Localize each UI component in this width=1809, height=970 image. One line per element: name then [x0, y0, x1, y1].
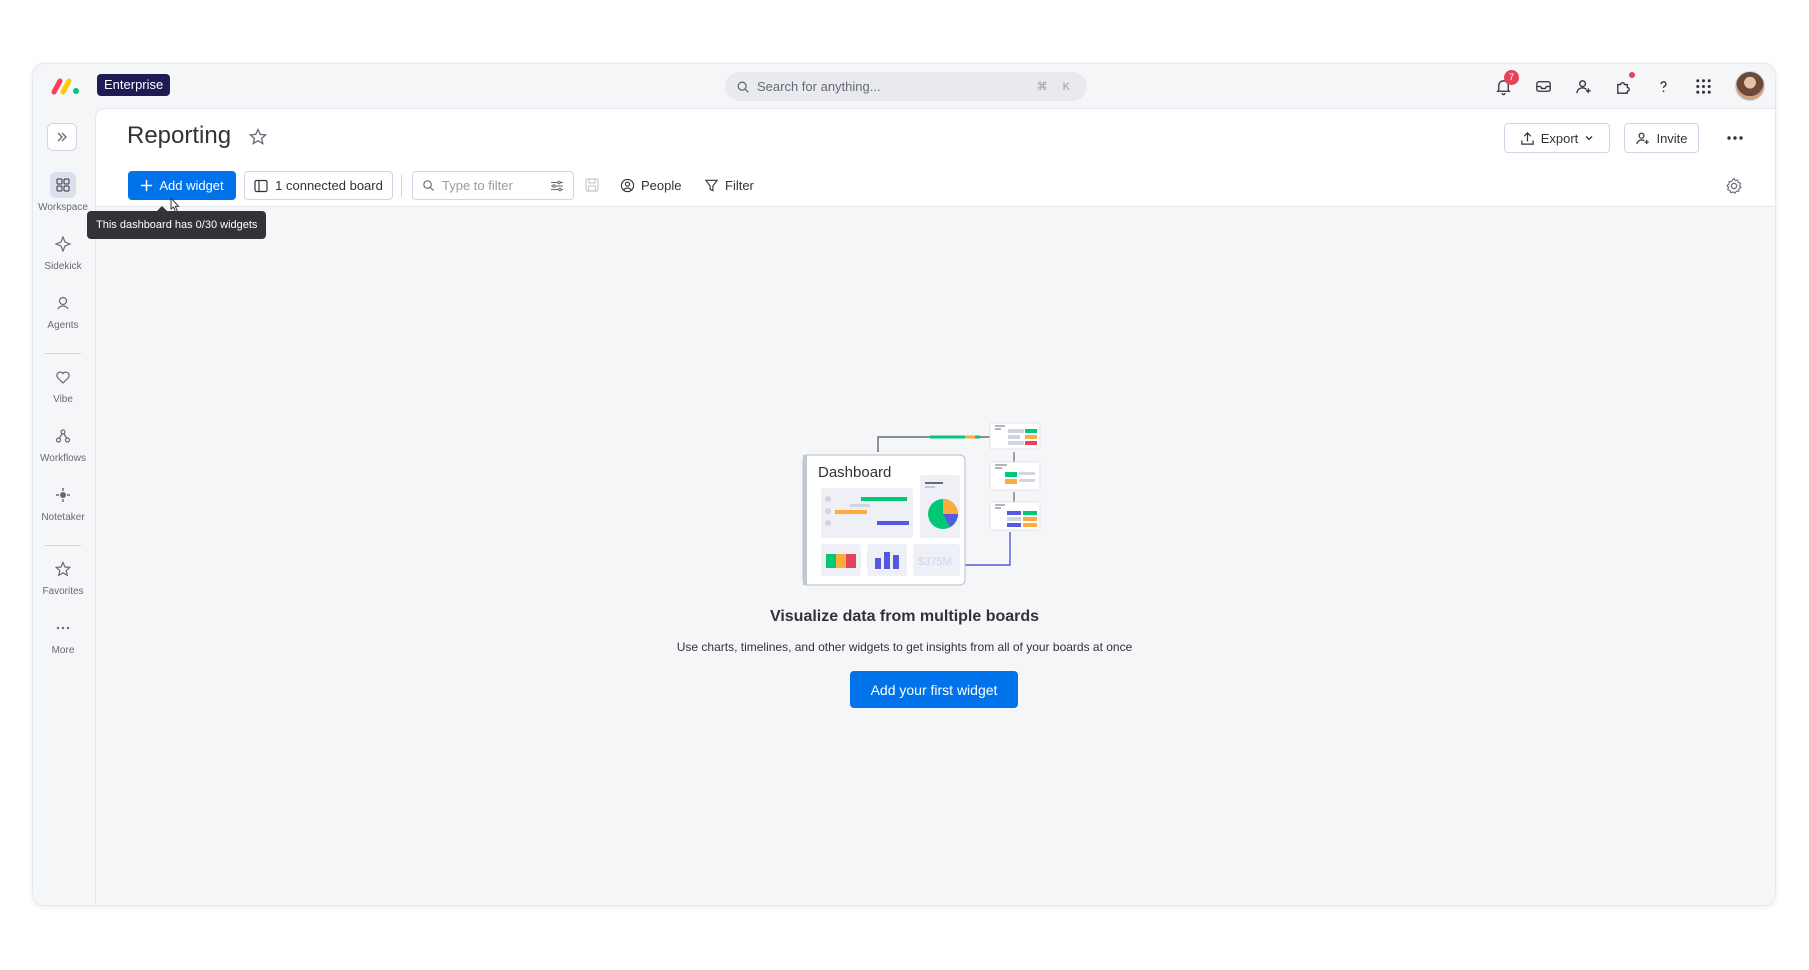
- inbox-button[interactable]: [1523, 64, 1563, 108]
- export-button[interactable]: Export: [1504, 123, 1610, 153]
- sparkle-icon: [50, 231, 76, 257]
- filter-button[interactable]: Filter: [698, 171, 760, 200]
- dashboard-header: Reporting Export Invite: [96, 109, 1775, 165]
- rail-item-workflows[interactable]: Workflows: [33, 423, 93, 464]
- grid-icon: [50, 172, 76, 198]
- filter-placeholder: Type to filter: [442, 178, 513, 193]
- rail-label: Vibe: [53, 394, 73, 405]
- user-avatar[interactable]: [1735, 71, 1765, 101]
- plus-icon: [141, 179, 153, 192]
- plan-badge: Enterprise: [97, 74, 171, 96]
- rail-item-favorites[interactable]: Favorites: [33, 556, 93, 597]
- search-icon: [737, 81, 749, 93]
- rail-label: Sidekick: [44, 261, 82, 272]
- workflow-icon: [50, 423, 76, 449]
- rail-label: Notetaker: [41, 512, 85, 523]
- grid-dots-icon: [1695, 78, 1711, 94]
- people-label: People: [641, 178, 682, 193]
- rail-divider: [45, 353, 81, 354]
- save-view-icon[interactable]: [584, 177, 600, 193]
- illustration-value: $375M: [918, 556, 952, 568]
- rail-item-agents[interactable]: Agents: [33, 290, 93, 331]
- invite-button[interactable]: Invite: [1624, 123, 1699, 153]
- source-board-2: [989, 461, 1041, 491]
- dashboard-illustration: Dashboard $375M: [802, 422, 1041, 586]
- rail-divider: [45, 545, 81, 546]
- more-options-button[interactable]: [1723, 127, 1747, 149]
- search-shortcut: ⌘ K: [1036, 81, 1076, 93]
- search-placeholder: Search for anything...: [757, 79, 881, 94]
- rail-item-vibe[interactable]: Vibe: [33, 364, 93, 405]
- filter-input[interactable]: Type to filter: [412, 171, 574, 200]
- gear-icon[interactable]: [1725, 177, 1743, 195]
- board-icon: [254, 179, 268, 192]
- top-icons: 7: [1483, 64, 1765, 108]
- toolbar-divider: [401, 175, 402, 197]
- empty-state-description: Use charts, timelines, and other widgets…: [676, 640, 1133, 654]
- left-rail: Workspace Sidekick Agents Vibe Workflows…: [33, 108, 93, 905]
- export-label: Export: [1540, 130, 1579, 146]
- inbox-icon: [1535, 80, 1551, 92]
- help-button[interactable]: [1643, 64, 1683, 108]
- add-first-widget-button[interactable]: Add your first widget: [850, 671, 1018, 708]
- puzzle-icon: [1616, 81, 1630, 94]
- invite-label: Invite: [1656, 130, 1688, 146]
- people-filter-button[interactable]: People: [614, 171, 687, 200]
- empty-state-title: Visualize data from multiple boards: [769, 608, 1040, 625]
- heart-icon: [50, 364, 76, 390]
- app-switcher-button[interactable]: [1683, 64, 1723, 108]
- add-widget-label: Add widget: [159, 178, 224, 193]
- sliders-icon[interactable]: [550, 179, 564, 193]
- star-icon: [50, 556, 76, 582]
- monday-logo-icon[interactable]: [51, 75, 81, 97]
- agent-icon: [50, 290, 76, 316]
- rail-item-sidekick[interactable]: Sidekick: [33, 231, 93, 272]
- mouse-cursor-icon: [170, 197, 180, 213]
- invite-members-button[interactable]: [1563, 64, 1603, 108]
- funnel-icon: [704, 179, 719, 192]
- rail-label: Workflows: [40, 453, 86, 464]
- rail-label: Agents: [47, 320, 79, 331]
- illustration-title: Dashboard: [818, 464, 891, 481]
- question-icon: [1659, 80, 1667, 92]
- widget-count-tooltip: This dashboard has 0/30 widgets: [87, 206, 267, 239]
- upload-icon: [1520, 131, 1534, 145]
- search-bar[interactable]: Search for anything... ⌘ K: [725, 72, 1087, 101]
- person-circle-icon: [620, 178, 635, 193]
- chevrons-right-icon: [57, 132, 67, 142]
- dashboard-toolbar: Add widget 1 connected board Type to fil…: [96, 165, 1775, 207]
- rail-item-notetaker[interactable]: Notetaker: [33, 482, 93, 523]
- notifications-button[interactable]: 7: [1483, 64, 1523, 108]
- apps-alert-dot: [1629, 72, 1635, 78]
- person-add-icon: [1636, 132, 1650, 144]
- source-board-3: [989, 501, 1041, 531]
- apps-marketplace-button[interactable]: [1603, 64, 1643, 108]
- page-title: Reporting: [127, 122, 232, 149]
- search-icon: [423, 180, 435, 192]
- chevron-down-icon: [1585, 136, 1593, 141]
- notification-count-badge: 7: [1504, 70, 1519, 85]
- connected-label: 1 connected board: [275, 178, 383, 193]
- source-board-1: [989, 422, 1041, 450]
- connected-boards-button[interactable]: 1 connected board: [244, 171, 393, 200]
- rail-label: Favorites: [42, 586, 84, 597]
- expand-sidebar-button[interactable]: [47, 123, 77, 151]
- rail-label: Workspace: [38, 202, 88, 213]
- add-widget-button[interactable]: Add widget: [128, 171, 236, 200]
- top-bar: Enterprise Search for anything... ⌘ K 7: [33, 64, 1775, 108]
- favorite-star-icon[interactable]: [248, 127, 268, 147]
- filter-label: Filter: [725, 178, 754, 193]
- ellipsis-icon: [1727, 136, 1743, 140]
- rail-item-workspace[interactable]: Workspace: [33, 172, 93, 213]
- notetaker-icon: [50, 482, 76, 508]
- person-add-icon: [1575, 79, 1591, 93]
